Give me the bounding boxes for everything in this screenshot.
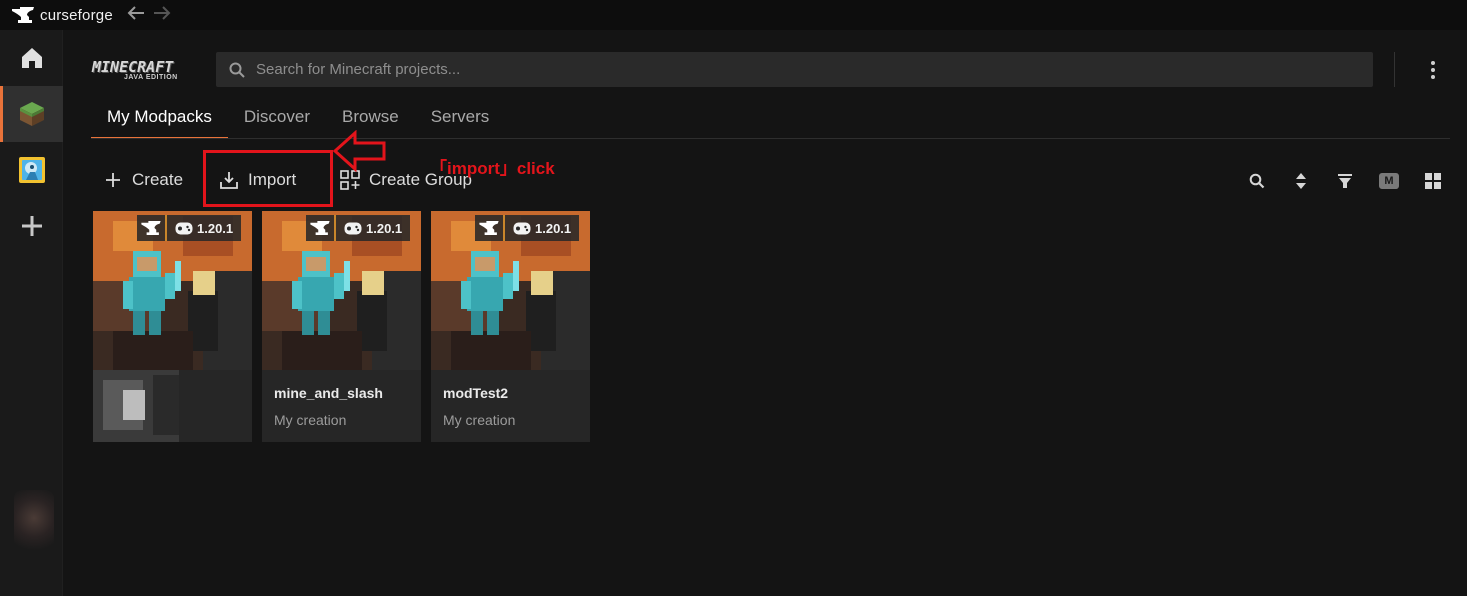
search-icon <box>229 62 245 78</box>
app-name: curseforge <box>40 6 113 24</box>
annotation-arrow-icon <box>333 130 386 172</box>
m-badge-icon[interactable]: M <box>1378 170 1400 192</box>
m-badge-label: M <box>1379 173 1399 189</box>
create-group-icon <box>340 170 360 190</box>
modpack-badges: 1.20.1 <box>137 215 242 241</box>
game-logo-edition: JAVA EDITION <box>124 74 178 81</box>
modpack-name: mine_and_slash <box>274 385 383 401</box>
version-label: 1.20.1 <box>535 220 572 236</box>
version-label: 1.20.1 <box>366 220 403 236</box>
search-bar[interactable] <box>216 52 1373 87</box>
sidebar <box>0 30 63 596</box>
gamepad-icon <box>513 222 531 235</box>
tabs-divider <box>91 138 1450 139</box>
plus-icon <box>103 170 123 190</box>
game-tile-icon <box>18 157 45 183</box>
sidebar-item-home[interactable] <box>0 30 63 86</box>
annotation-text: 「import」click <box>430 159 555 178</box>
plus-icon <box>21 216 42 236</box>
home-icon <box>21 48 42 68</box>
minecraft-logo: MINECRAFT JAVA EDITION <box>92 58 196 84</box>
view-tools: M <box>1246 170 1446 192</box>
modpack-card[interactable]: 1.20.1 <box>93 211 252 442</box>
version-badge: 1.20.1 <box>336 215 411 241</box>
tab-servers[interactable]: Servers <box>415 96 506 138</box>
create-button[interactable]: Create <box>103 166 183 194</box>
modpack-loading-overlay <box>93 370 252 442</box>
sidebar-decoration <box>14 490 54 560</box>
grid-view-icon[interactable] <box>1422 170 1444 192</box>
anvil-icon <box>306 215 336 241</box>
curseforge-window: curseforge MINECRAFT JAVA EDITION Search… <box>0 0 1467 596</box>
tab-discover[interactable]: Discover <box>228 96 326 138</box>
more-options-icon[interactable] <box>1422 58 1444 82</box>
search-input[interactable] <box>256 61 1256 78</box>
arrow-left-icon[interactable] <box>127 5 145 25</box>
modpack-badges: 1.20.1 <box>306 215 411 241</box>
search-icon[interactable] <box>1246 170 1268 192</box>
modpack-card[interactable]: 1.20.1 modTest2 My creation <box>431 211 590 442</box>
anvil-icon <box>137 215 167 241</box>
gamepad-icon <box>175 222 193 235</box>
header-divider <box>1394 52 1395 87</box>
grass-block-icon <box>19 102 44 126</box>
version-badge: 1.20.1 <box>167 215 242 241</box>
anvil-icon <box>475 215 505 241</box>
sidebar-item-game[interactable] <box>0 142 63 198</box>
modpack-badges: 1.20.1 <box>475 215 580 241</box>
modpack-card[interactable]: 1.20.1 mine_and_slash My creation <box>262 211 421 442</box>
sidebar-item-minecraft[interactable] <box>0 86 63 142</box>
annotation-highlight-box <box>203 150 333 207</box>
tab-bar: My Modpacks Discover Browse Servers <box>91 96 506 139</box>
tab-my-modpacks[interactable]: My Modpacks <box>91 96 228 139</box>
create-label: Create <box>132 170 184 189</box>
version-label: 1.20.1 <box>197 220 234 236</box>
version-badge: 1.20.1 <box>505 215 580 241</box>
sidebar-item-add-game[interactable] <box>0 198 63 254</box>
modpack-name: modTest2 <box>443 385 509 401</box>
arrow-right-icon[interactable] <box>153 5 171 25</box>
filter-icon[interactable] <box>1334 170 1356 192</box>
modpack-subtitle: My creation <box>443 412 516 428</box>
curseforge-logo-icon <box>12 6 34 24</box>
title-bar: curseforge <box>0 0 1467 30</box>
modpack-subtitle: My creation <box>274 412 347 428</box>
sort-icon[interactable] <box>1290 170 1312 192</box>
gamepad-icon <box>344 222 362 235</box>
